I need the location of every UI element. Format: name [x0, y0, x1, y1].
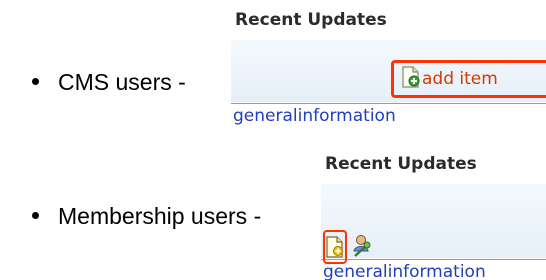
add-document-icon [326, 236, 343, 258]
cms-users-label: CMS users - [58, 69, 186, 95]
generalinformation-link[interactable]: generalinformation [323, 262, 486, 280]
recent-updates-panel-membership: Recent Updates generalinformation [321, 138, 546, 280]
panel-divider [321, 259, 546, 260]
panel-header: Recent Updates [325, 154, 477, 174]
user-pin-icon[interactable] [351, 234, 373, 258]
membership-users-label: Membership users - [58, 203, 262, 229]
add-document-button[interactable] [323, 230, 347, 264]
recent-updates-panel-cms: Recent Updates add item generalinformati… [231, 0, 546, 128]
bullet-marker [32, 78, 39, 85]
bullet-marker [32, 212, 39, 219]
add-document-icon [402, 66, 420, 88]
panel-divider [231, 103, 546, 104]
add-item-button[interactable]: add item [391, 60, 546, 98]
generalinformation-link[interactable]: generalinformation [233, 106, 396, 126]
panel-header: Recent Updates [235, 10, 387, 30]
add-item-label: add item [422, 69, 498, 89]
